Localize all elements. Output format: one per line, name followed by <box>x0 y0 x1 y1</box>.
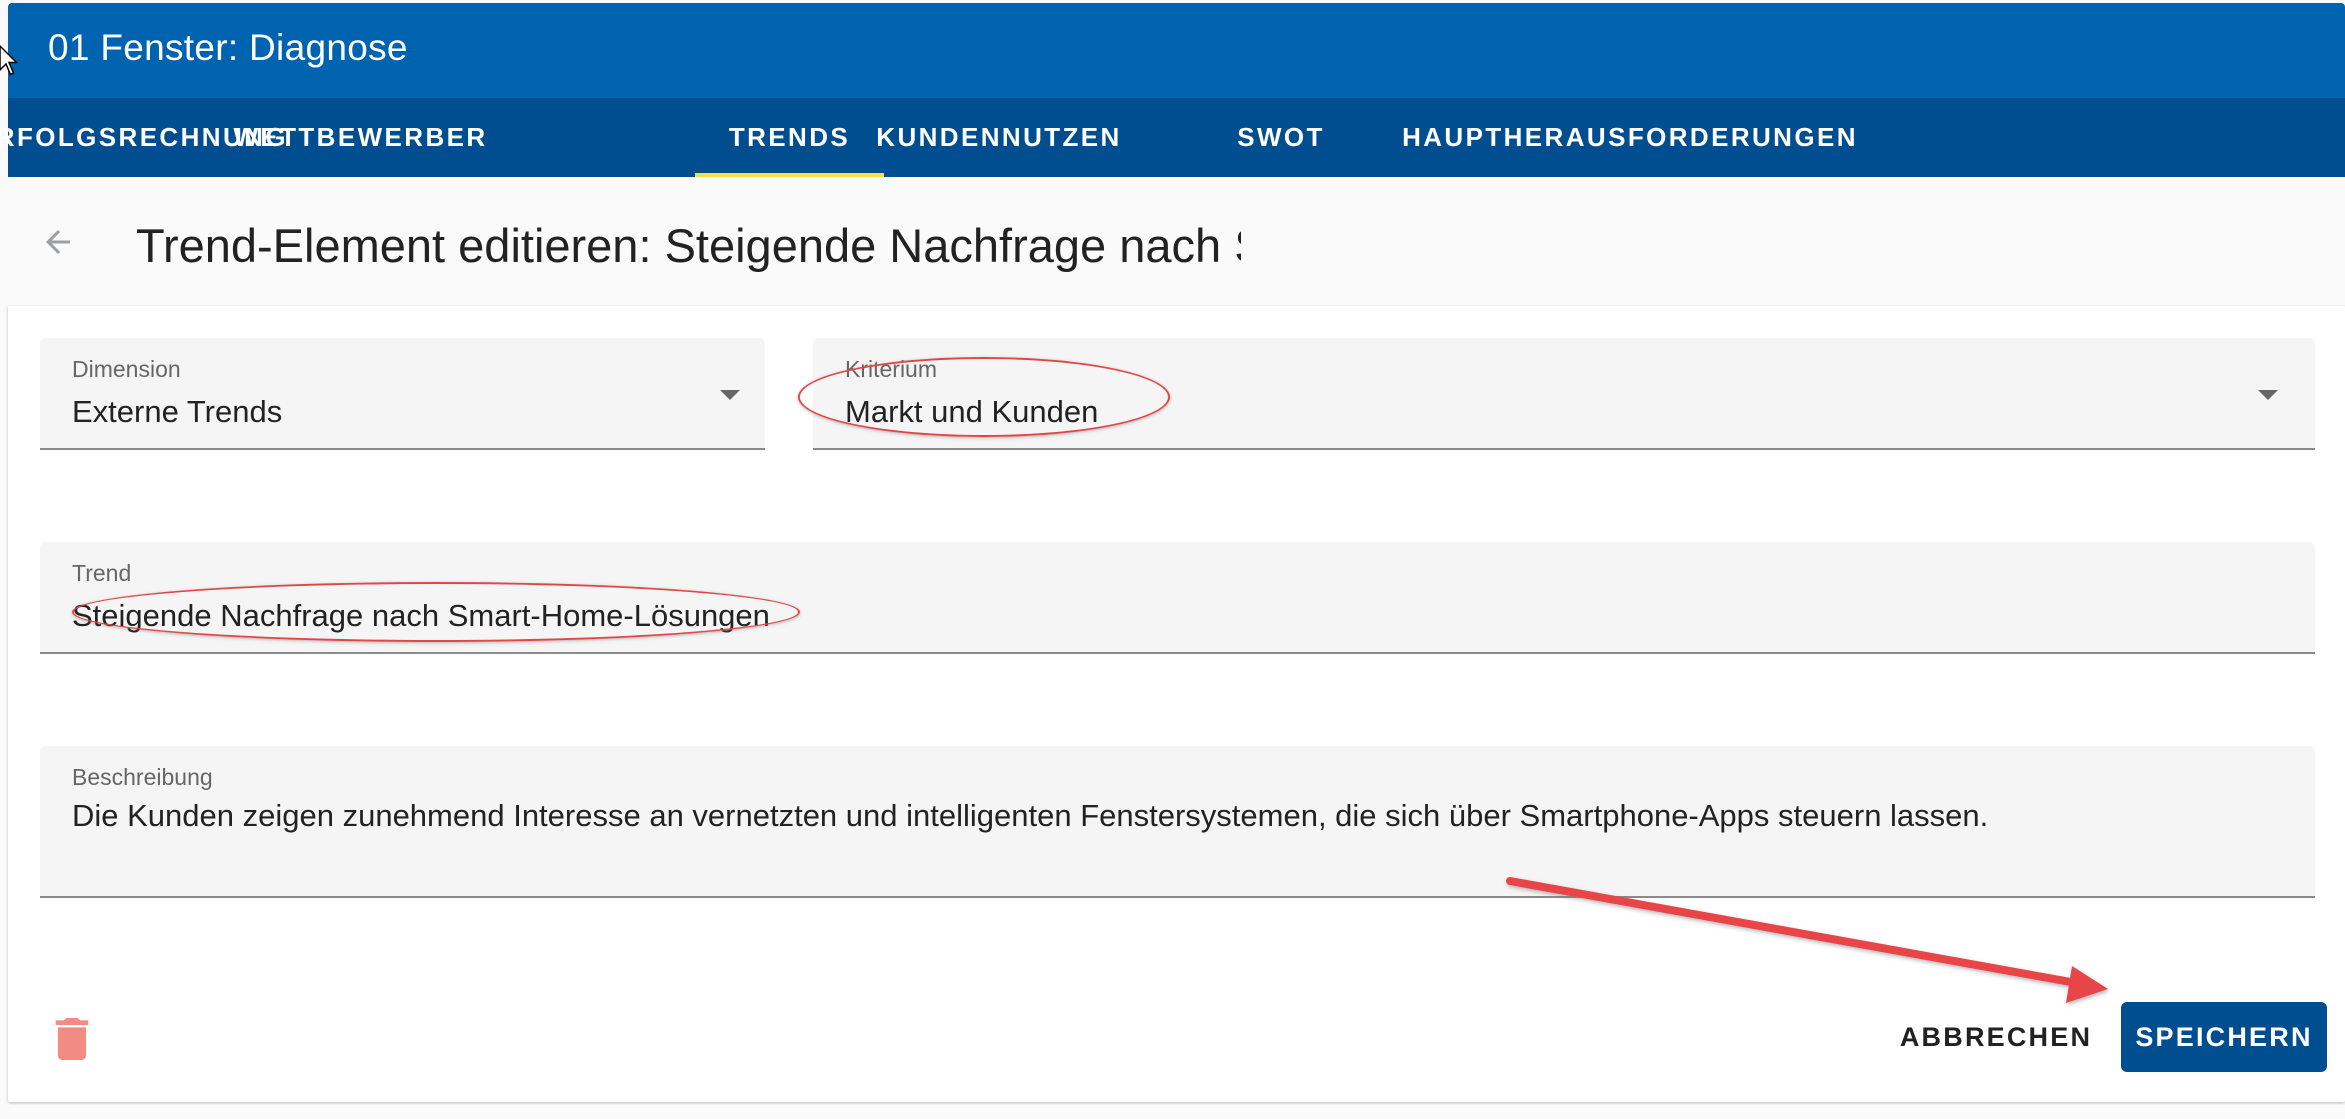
beschreibung-textarea[interactable]: Beschreibung Die Kunden zeigen zunehmend… <box>40 746 2315 898</box>
edit-form-card: Dimension Externe Trends Kriterium Markt… <box>8 306 2345 1102</box>
highlight-ellipse-trend <box>72 582 800 642</box>
app-title: 01 Fenster: Diagnose <box>48 27 408 68</box>
beschreibung-value: Die Kunden zeigen zunehmend Interesse an… <box>72 798 1989 833</box>
tab-kundennutzen[interactable]: KUNDENNUTZEN <box>876 98 1119 177</box>
cancel-button[interactable]: ABBRECHEN <box>1890 1002 2102 1072</box>
arrow-left-icon[interactable] <box>40 224 76 260</box>
dimension-select[interactable]: Dimension Externe Trends <box>40 338 765 450</box>
page-title: Trend-Element editieren: Steigende Nachf… <box>136 219 1241 272</box>
tab-trends[interactable]: TRENDS <box>695 98 884 177</box>
dimension-value: Externe Trends <box>72 394 283 429</box>
tab-hauptherausforderungen[interactable]: HAUPTHERAUSFORDERUNGEN <box>1380 98 1880 177</box>
beschreibung-label: Beschreibung <box>72 764 213 790</box>
app-window: 01 Fenster: Diagnose ERFOLGSRECHNUNG WET… <box>0 0 2345 1119</box>
trend-label: Trend <box>72 560 132 586</box>
tab-bar: ERFOLGSRECHNUNG WETTBEWERBER TRENDS KUND… <box>0 98 2345 177</box>
dimension-label: Dimension <box>72 356 181 382</box>
dropdown-arrow-icon <box>2258 390 2278 400</box>
highlight-ellipse-kriterium <box>798 357 1170 437</box>
dropdown-arrow-icon <box>720 390 740 400</box>
app-header: 01 Fenster: Diagnose ERFOLGSRECHNUNG WET… <box>0 3 2345 177</box>
tab-swot[interactable]: SWOT <box>1182 98 1380 177</box>
trash-icon[interactable] <box>54 1018 90 1060</box>
mouse-cursor-icon <box>0 44 18 76</box>
save-button[interactable]: SPEICHERN <box>2121 1002 2327 1072</box>
tab-wettbewerber[interactable]: WETTBEWERBER <box>233 98 485 177</box>
tab-erfolgsrechnung[interactable]: ERFOLGSRECHNUNG <box>0 98 286 177</box>
